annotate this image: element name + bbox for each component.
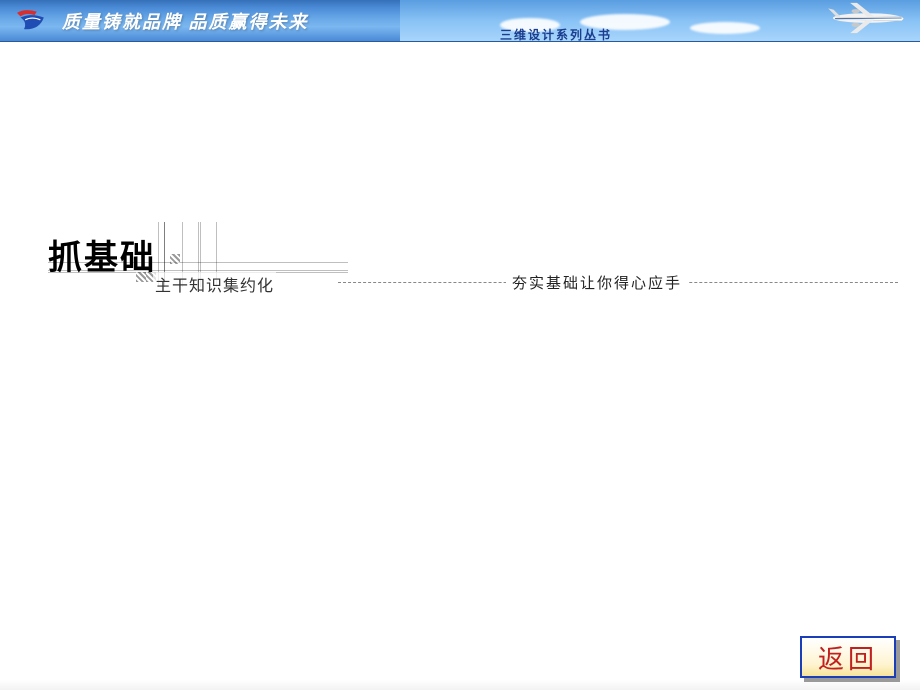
return-button[interactable]: 返回 [800, 636, 896, 678]
return-button-label: 返回 [818, 639, 878, 676]
slide-bottom-shadow [0, 680, 920, 690]
section-title: 抓基础 [48, 230, 156, 283]
section-subtitle: 主干知识集约化 [153, 272, 276, 296]
series-label: 三维设计系列丛书 [500, 26, 612, 43]
section-heading-block: 抓基础 主干知识集约化 夯实基础让你得心应手 [48, 230, 878, 283]
top-banner: 质量铸就品牌 品质赢得未来 三维设计系列丛书 [0, 0, 920, 42]
logo-icon [13, 7, 49, 35]
brand-logo [12, 6, 50, 36]
airplane-icon [802, 0, 912, 36]
section-tagline: 夯实基础让你得心应手 [506, 272, 688, 293]
banner-slogan: 质量铸就品牌 品质赢得未来 [62, 8, 309, 34]
